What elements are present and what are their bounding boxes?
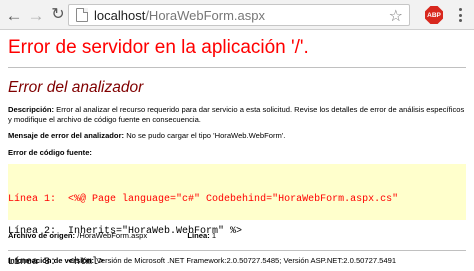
version-row: Información de versión: Versión de Micro… bbox=[8, 256, 468, 266]
parser-message-block: Mensaje de error del analizador: No se p… bbox=[8, 131, 468, 141]
url-path: /HoraWebForm.aspx bbox=[145, 7, 265, 23]
source-error-heading: Error de código fuente: bbox=[8, 148, 468, 158]
version-text: Versión de Microsoft .NET Framework:2.0.… bbox=[96, 256, 397, 265]
back-arrow-icon[interactable]: ← bbox=[4, 5, 24, 25]
title-divider bbox=[8, 67, 466, 68]
address-bar[interactable]: localhost/HoraWebForm.aspx ☆ bbox=[68, 4, 410, 26]
adblock-plus-icon[interactable]: ABP bbox=[425, 6, 443, 24]
page-title: Error de servidor en la aplicación '/'. bbox=[8, 37, 309, 58]
page-icon bbox=[76, 8, 88, 22]
bookmark-star-icon[interactable]: ☆ bbox=[389, 6, 403, 26]
source-file-label: Archivo de origen: bbox=[8, 231, 76, 240]
url-host: localhost bbox=[94, 7, 146, 23]
source-file-value: /HoraWebForm.aspx bbox=[77, 231, 148, 240]
version-divider bbox=[8, 250, 466, 251]
description-label: Descripción: bbox=[8, 105, 54, 114]
line-label: Línea: bbox=[187, 231, 210, 240]
browser-toolbar: ← → ↻ localhost/HoraWebForm.aspx ☆ ABP bbox=[0, 0, 474, 30]
source-code-box: Línea 1: <%@ Page language="c#" Codebehi… bbox=[8, 164, 466, 268]
browser-menu-icon[interactable] bbox=[452, 7, 468, 23]
error-subtitle: Error del analizador bbox=[8, 79, 144, 96]
reload-icon[interactable]: ↻ bbox=[48, 5, 68, 25]
code-line-1: Línea 1: <%@ Page language="c#" Codebehi… bbox=[8, 194, 466, 206]
code-line-text: <%@ Page language="c#" Codebehind="HoraW… bbox=[68, 194, 399, 205]
line-value: 1 bbox=[211, 231, 217, 240]
description-block: Descripción: Error al analizar el recurs… bbox=[8, 105, 468, 124]
error-page: Error de servidor en la aplicación '/'. … bbox=[8, 36, 468, 268]
parser-message-text: No se pudo cargar el tipo 'HoraWeb.WebFo… bbox=[126, 131, 286, 140]
parser-message-label: Mensaje de error del analizador: bbox=[8, 131, 125, 140]
source-error-label: Error de código fuente: bbox=[8, 147, 92, 157]
forward-arrow-icon[interactable]: → bbox=[26, 5, 46, 25]
description-text: Error al analizar el recurso requerido p… bbox=[8, 105, 465, 124]
code-line-label: Línea 1: bbox=[8, 194, 57, 205]
version-label: Información de versión: bbox=[8, 256, 95, 265]
